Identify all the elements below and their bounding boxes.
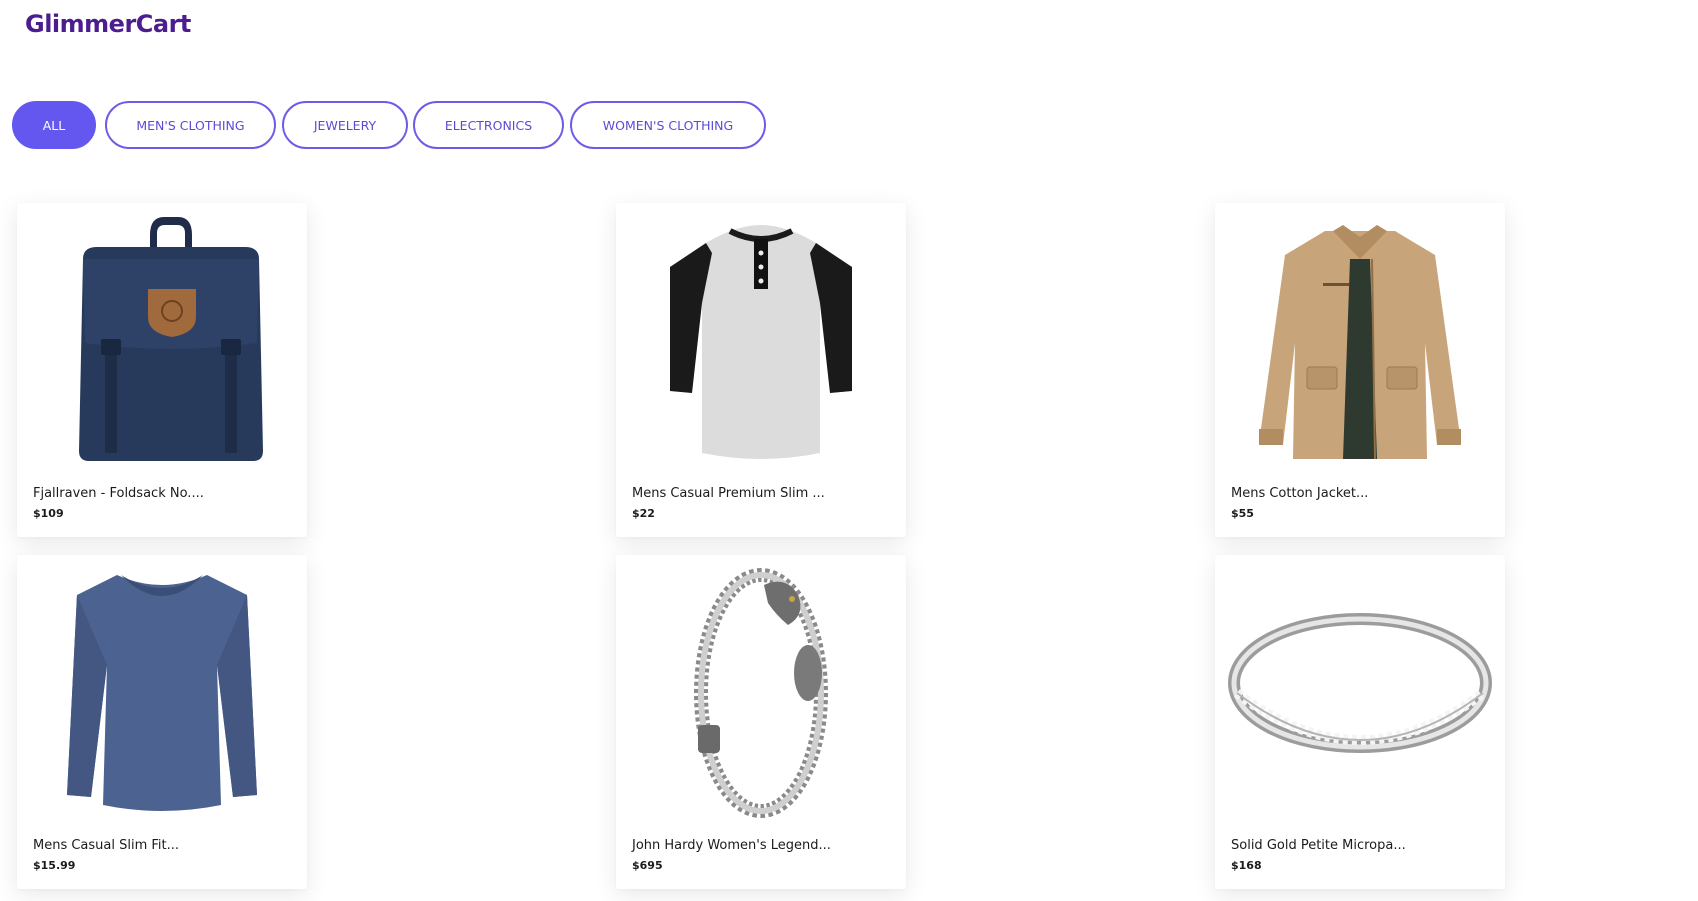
product-card[interactable]: Mens Casual Premium Slim ... $22 [616, 203, 906, 537]
cotton-jacket-product-image [1259, 225, 1461, 460]
dragon-bracelet-product-image [694, 568, 828, 818]
product-price: $109 [33, 507, 64, 520]
product-price: $15.99 [33, 859, 76, 872]
product-price: $168 [1231, 859, 1262, 872]
filter-womens-clothing-button[interactable]: WOMEN'S CLOTHING [570, 101, 766, 149]
henley-shirt-product-image [670, 225, 852, 459]
product-price: $22 [632, 507, 655, 520]
product-card[interactable]: John Hardy Women's Legend... $695 [616, 555, 906, 889]
product-card[interactable]: Solid Gold Petite Micropa... $168 [1215, 555, 1505, 889]
product-title[interactable]: Mens Cotton Jacket... [1231, 486, 1368, 501]
product-price: $695 [632, 859, 663, 872]
product-title[interactable]: Mens Casual Slim Fit... [33, 838, 179, 853]
product-card[interactable]: Mens Cotton Jacket... $55 [1215, 203, 1505, 537]
long-sleeve-shirt-product-image [67, 575, 257, 811]
brand-logo[interactable]: GlimmerCart [25, 10, 191, 38]
product-title[interactable]: Fjallraven - Foldsack No.... [33, 486, 204, 501]
filter-mens-clothing-button[interactable]: MEN'S CLOTHING [105, 101, 276, 149]
product-title[interactable]: Mens Casual Premium Slim ... [632, 486, 825, 501]
product-title[interactable]: Solid Gold Petite Micropa... [1231, 838, 1406, 853]
backpack-product-image [79, 217, 263, 461]
product-card[interactable]: Fjallraven - Foldsack No.... $109 [17, 203, 307, 537]
filter-electronics-button[interactable]: ELECTRONICS [413, 101, 564, 149]
product-price: $55 [1231, 507, 1254, 520]
ring-product-image [1228, 613, 1492, 753]
filter-all-button[interactable]: ALL [12, 101, 96, 149]
product-title[interactable]: John Hardy Women's Legend... [632, 838, 831, 853]
filter-jewelery-button[interactable]: JEWELERY [282, 101, 408, 149]
product-card[interactable]: Mens Casual Slim Fit... $15.99 [17, 555, 307, 889]
